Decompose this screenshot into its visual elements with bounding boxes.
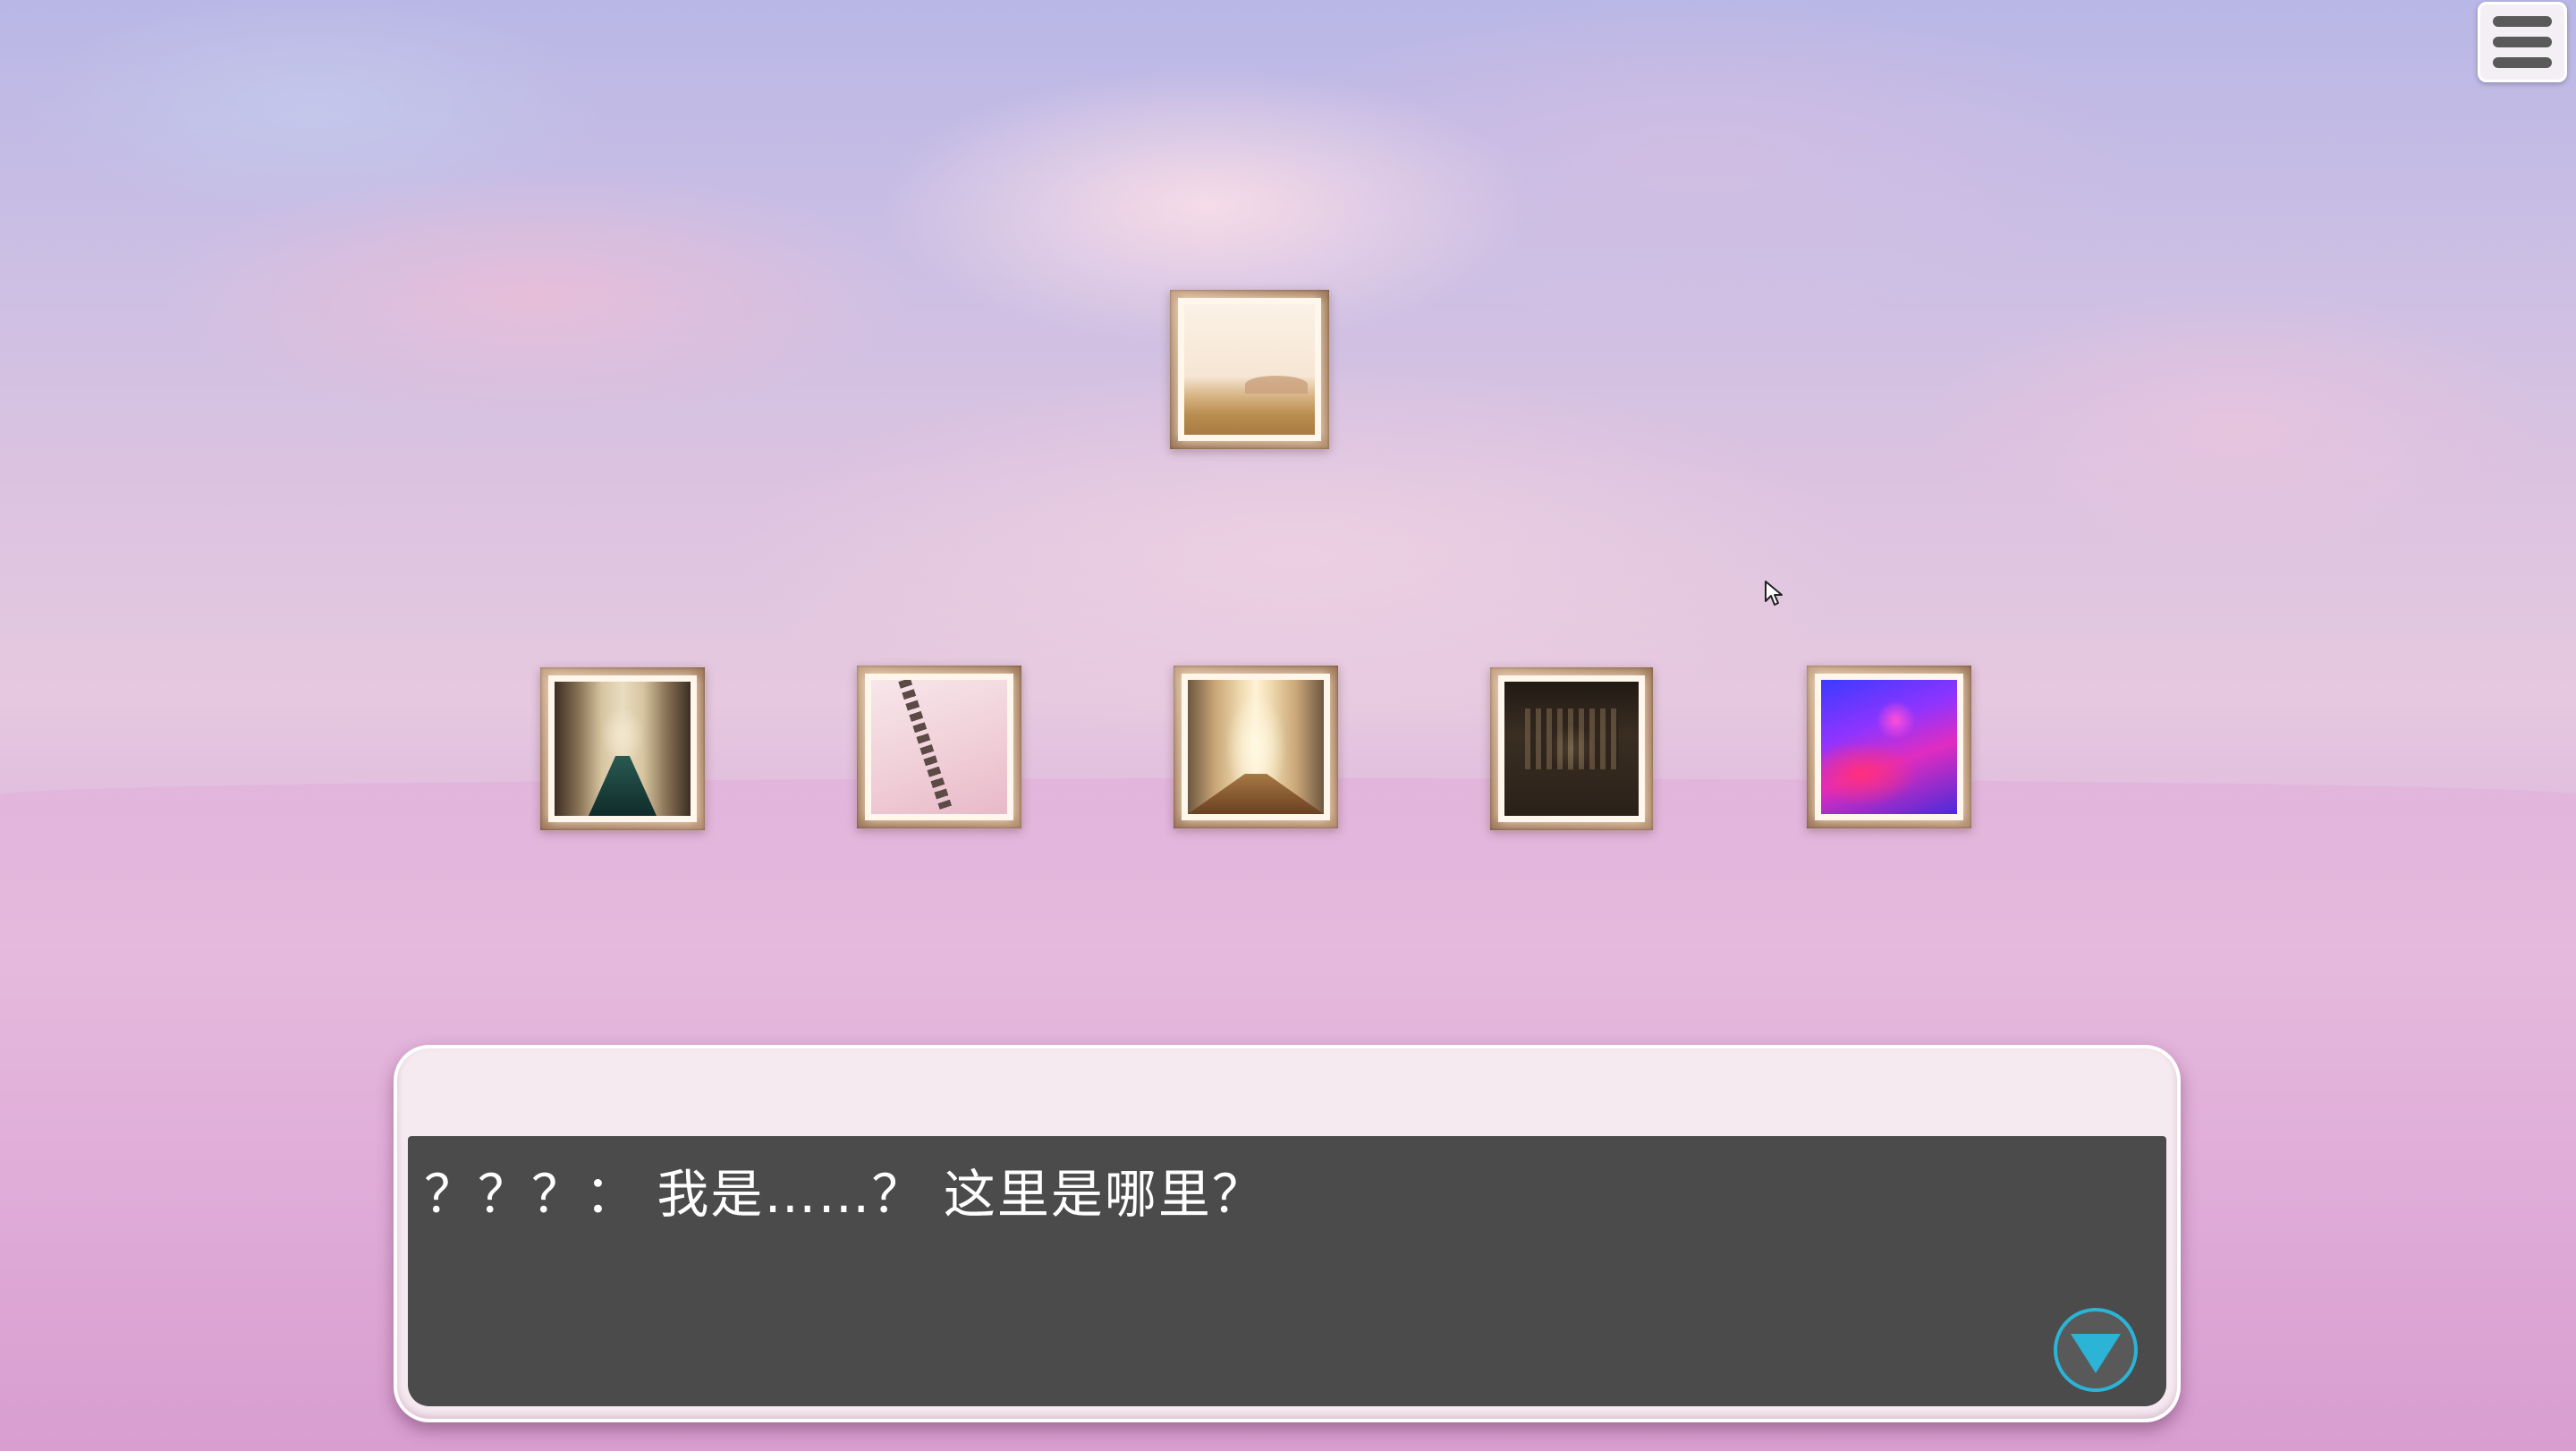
dialog-box[interactable]: ？？？： 我是……？ 这里是哪里？ bbox=[394, 1045, 2181, 1422]
painting-neon[interactable] bbox=[1807, 666, 1971, 828]
landscape-image bbox=[1184, 304, 1315, 435]
painting-chains[interactable] bbox=[857, 666, 1021, 828]
dialog-body: ？？？： 我是……？ 这里是哪里？ bbox=[408, 1136, 2166, 1406]
library-image bbox=[1504, 682, 1639, 816]
advance-dialog-button[interactable] bbox=[2054, 1308, 2138, 1392]
painting-mat bbox=[1498, 675, 1645, 822]
hamburger-menu-icon bbox=[2493, 16, 2552, 68]
painting-mat bbox=[1815, 674, 1963, 820]
painting-mat bbox=[865, 674, 1013, 820]
dialog-header bbox=[397, 1048, 2177, 1133]
mouse-cursor-icon bbox=[1765, 581, 1783, 606]
painting-mat bbox=[548, 675, 697, 822]
painting-corridor[interactable] bbox=[1174, 666, 1338, 828]
painting-mat bbox=[1178, 298, 1321, 441]
neon-image bbox=[1821, 680, 1957, 814]
game-scene: ？？？： 我是……？ 这里是哪里？ bbox=[0, 0, 2576, 1451]
painting-hall[interactable] bbox=[540, 667, 705, 830]
painting-library[interactable] bbox=[1490, 667, 1653, 830]
hall-image bbox=[555, 682, 691, 816]
chains-image bbox=[871, 680, 1007, 814]
triangle-down-icon bbox=[2071, 1334, 2121, 1373]
painting-mat bbox=[1182, 674, 1330, 820]
corridor-image bbox=[1188, 680, 1324, 814]
menu-button[interactable] bbox=[2478, 2, 2567, 82]
dialog-text: ？？？： 我是……？ 这里是哪里？ bbox=[424, 1164, 1266, 1225]
painting-landscape[interactable] bbox=[1170, 290, 1329, 449]
